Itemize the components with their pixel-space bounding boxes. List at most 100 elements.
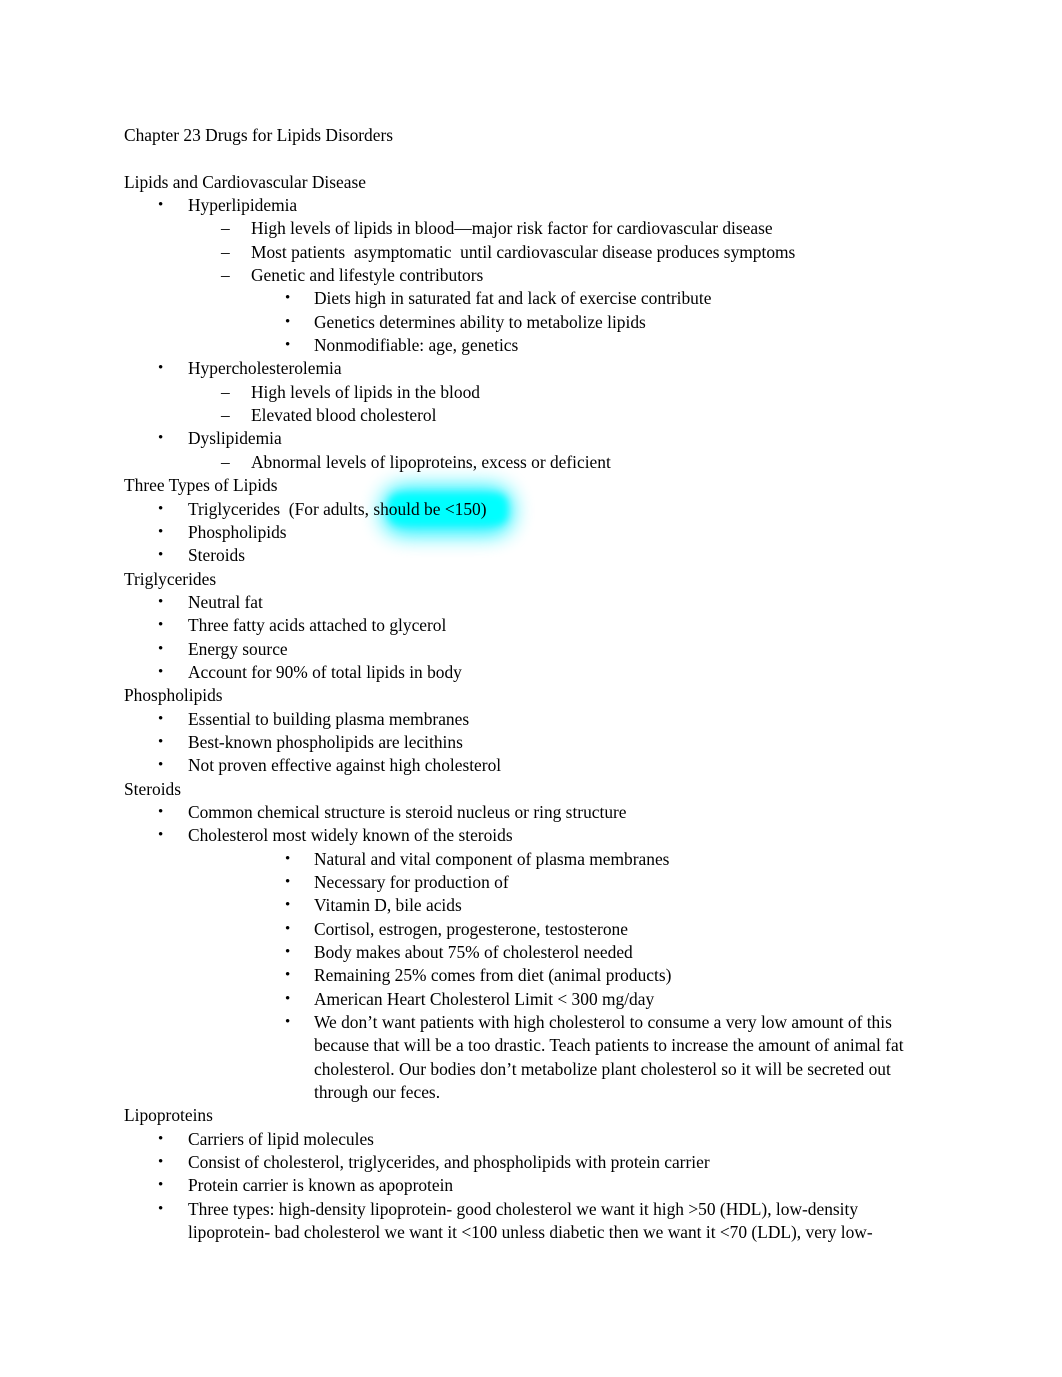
dash-bullet-icon: – bbox=[221, 265, 230, 286]
text-content: Neutral fat bbox=[188, 591, 263, 612]
bullet-item: • Essential to building plasma membranes bbox=[158, 708, 942, 731]
text-content: Cortisol, estrogen, progesterone, testos… bbox=[314, 918, 628, 939]
text-content: Triglycerides (For adults, should be <15… bbox=[188, 498, 942, 521]
bullet-item: • Account for 90% of total lipids in body bbox=[158, 661, 942, 684]
bullet-item: • Three types: high-density lipoprotein- … bbox=[158, 1198, 942, 1245]
text-content: Account for 90% of total lipids in body bbox=[188, 661, 462, 682]
dot-bullet-icon: • bbox=[158, 547, 164, 564]
text-content: Genetics determines ability to metaboliz… bbox=[314, 311, 646, 332]
heading-line: Chapter 23 Drugs for Lipids Disorders bbox=[124, 124, 942, 147]
text-content: Consist of cholesterol, triglycerides, a… bbox=[188, 1152, 710, 1173]
text-content: Best-known phospholipids are lecithins bbox=[188, 731, 463, 752]
text-content: Chapter 23 Drugs for Lipids Disorders bbox=[124, 125, 394, 145]
dot-bullet-icon: • bbox=[285, 990, 291, 1007]
text-content: Cholesterol most widely known of the ste… bbox=[188, 825, 513, 846]
text-content: Lipoproteins bbox=[124, 1105, 213, 1126]
dot-bullet-icon: • bbox=[158, 197, 164, 214]
bullet-item: – High levels of lipids in blood—major ri… bbox=[221, 217, 942, 240]
bullet-item: • Cholesterol most widely known of the st… bbox=[158, 824, 942, 847]
bullet-item: • Consist of cholesterol, triglycerides, … bbox=[158, 1151, 942, 1174]
text-content: Genetic and lifestyle contributors bbox=[251, 265, 484, 286]
text-content: Necessary for production of bbox=[314, 872, 509, 892]
text-content: Vitamin D, bile acids bbox=[314, 895, 462, 916]
dash-bullet-icon: – bbox=[221, 381, 230, 402]
dash-bullet-icon: – bbox=[221, 218, 230, 239]
text-content: We don’t want patients with high cholest… bbox=[314, 1012, 908, 1103]
heading-line: Phospholipids bbox=[124, 684, 942, 707]
dot-bullet-icon: • bbox=[285, 874, 291, 890]
dot-bullet-icon: • bbox=[158, 1200, 164, 1217]
bullet-item: • Not proven effective against high chole… bbox=[158, 754, 942, 777]
text-content: High levels of lipids in the blood bbox=[251, 381, 480, 402]
bullet-item: • Triglycerides (For adults, should be <1… bbox=[158, 498, 942, 521]
dot-bullet-icon: • bbox=[158, 733, 164, 750]
text-plain-prefix: Triglycerides (For adults, bbox=[188, 498, 374, 519]
dot-bullet-icon: • bbox=[158, 757, 164, 774]
bullet-item: • Phospholipids bbox=[158, 521, 942, 544]
dot-bullet-icon: • bbox=[158, 640, 164, 657]
bullet-item: • Hypercholesterolemia bbox=[158, 357, 942, 380]
dot-bullet-icon: • bbox=[158, 617, 164, 634]
text-content: Protein carrier is known as apoprotein bbox=[188, 1175, 454, 1196]
text-content: High levels of lipids in blood—major ris… bbox=[251, 218, 773, 239]
text-content: Dyslipidemia bbox=[188, 428, 282, 449]
text-content: Phospholipids bbox=[124, 685, 223, 706]
bullet-item: • Steroids bbox=[158, 544, 942, 567]
text-content: Not proven effective against high choles… bbox=[188, 755, 502, 776]
dot-bullet-icon: • bbox=[158, 593, 164, 610]
text-content: Common chemical structure is steroid nuc… bbox=[188, 801, 627, 822]
text-content: Lipids and Cardiovascular Disease bbox=[124, 171, 366, 192]
bullet-item: • Nonmodifiable: age, genetics bbox=[285, 334, 942, 357]
bullet-item: – Genetic and lifestyle contributors bbox=[221, 264, 942, 287]
bullet-item: • Natural and vital component of plasma m… bbox=[285, 848, 942, 871]
text-content: Phospholipids bbox=[188, 521, 287, 542]
bullet-item: • Best-known phospholipids are lecithins bbox=[158, 731, 942, 754]
bullet-item: • Body makes about 75% of cholesterol nee… bbox=[285, 941, 942, 964]
dot-bullet-icon: • bbox=[285, 967, 291, 984]
bullet-item: • Vitamin D, bile acids bbox=[285, 894, 942, 917]
bullet-item: • Cortisol, estrogen, progesterone, testo… bbox=[285, 918, 942, 941]
text-content: Energy source bbox=[188, 638, 288, 659]
bullet-item: • Necessary for production of bbox=[285, 871, 942, 894]
dot-bullet-icon: • bbox=[285, 897, 291, 914]
text-content: Hyperlipidemia bbox=[188, 195, 298, 216]
dot-bullet-icon: • bbox=[285, 920, 291, 937]
bullet-item: – Most patients asymptomatic until cardio… bbox=[221, 241, 942, 264]
dot-bullet-icon: • bbox=[158, 803, 164, 820]
document-page: Chapter 23 Drugs for Lipids Disorders Lip… bbox=[0, 0, 1062, 1377]
dash-bullet-icon: – bbox=[221, 241, 230, 262]
text-content: Three types: high-density lipoprotein- g… bbox=[188, 1198, 873, 1243]
text-content: Three Types of Lipids bbox=[124, 475, 278, 496]
dot-bullet-icon: • bbox=[158, 1177, 164, 1194]
dot-bullet-icon: • bbox=[158, 523, 164, 540]
heading-line: Steroids bbox=[124, 778, 942, 801]
bullet-item: • Dyslipidemia bbox=[158, 427, 942, 450]
dot-bullet-icon: • bbox=[285, 313, 291, 330]
text-content: Abnormal levels of lipoproteins, excess … bbox=[251, 451, 611, 472]
text-content: Steroids bbox=[188, 545, 246, 566]
dash-bullet-icon: – bbox=[221, 405, 230, 426]
text-content: Body makes about 75% of cholesterol need… bbox=[314, 942, 633, 963]
heading-line: Lipids and Cardiovascular Disease bbox=[124, 171, 942, 194]
dot-bullet-icon: • bbox=[285, 337, 291, 354]
dot-bullet-icon: • bbox=[285, 290, 291, 307]
text-content: Hypercholesterolemia bbox=[188, 358, 342, 379]
dash-bullet-icon: – bbox=[221, 451, 230, 472]
text-content: Steroids bbox=[124, 778, 182, 799]
heading-line: Lipoproteins bbox=[124, 1104, 942, 1127]
dot-bullet-icon: • bbox=[158, 827, 164, 844]
bullet-item: • Hyperlipidemia bbox=[158, 194, 942, 217]
dot-bullet-icon: • bbox=[285, 850, 291, 867]
text-content: Natural and vital component of plasma me… bbox=[314, 848, 670, 869]
text-content: American Heart Cholesterol Limit < 300 m… bbox=[314, 988, 655, 1009]
bullet-item: • Remaining 25% comes from diet (animal p… bbox=[285, 964, 942, 987]
bullet-item: • Diets high in saturated fat and lack of… bbox=[285, 287, 942, 310]
dot-bullet-icon: • bbox=[158, 1154, 164, 1171]
document-body: Chapter 23 Drugs for Lipids Disorders Lip… bbox=[124, 124, 942, 1245]
text-content: Diets high in saturated fat and lack of … bbox=[314, 288, 712, 309]
bullet-item: – High levels of lipids in the blood bbox=[221, 381, 942, 404]
text-content: Triglycerides bbox=[124, 568, 217, 589]
text-content: Three fatty acids attached to glycerol bbox=[188, 615, 447, 636]
dot-bullet-icon: • bbox=[285, 1014, 291, 1031]
